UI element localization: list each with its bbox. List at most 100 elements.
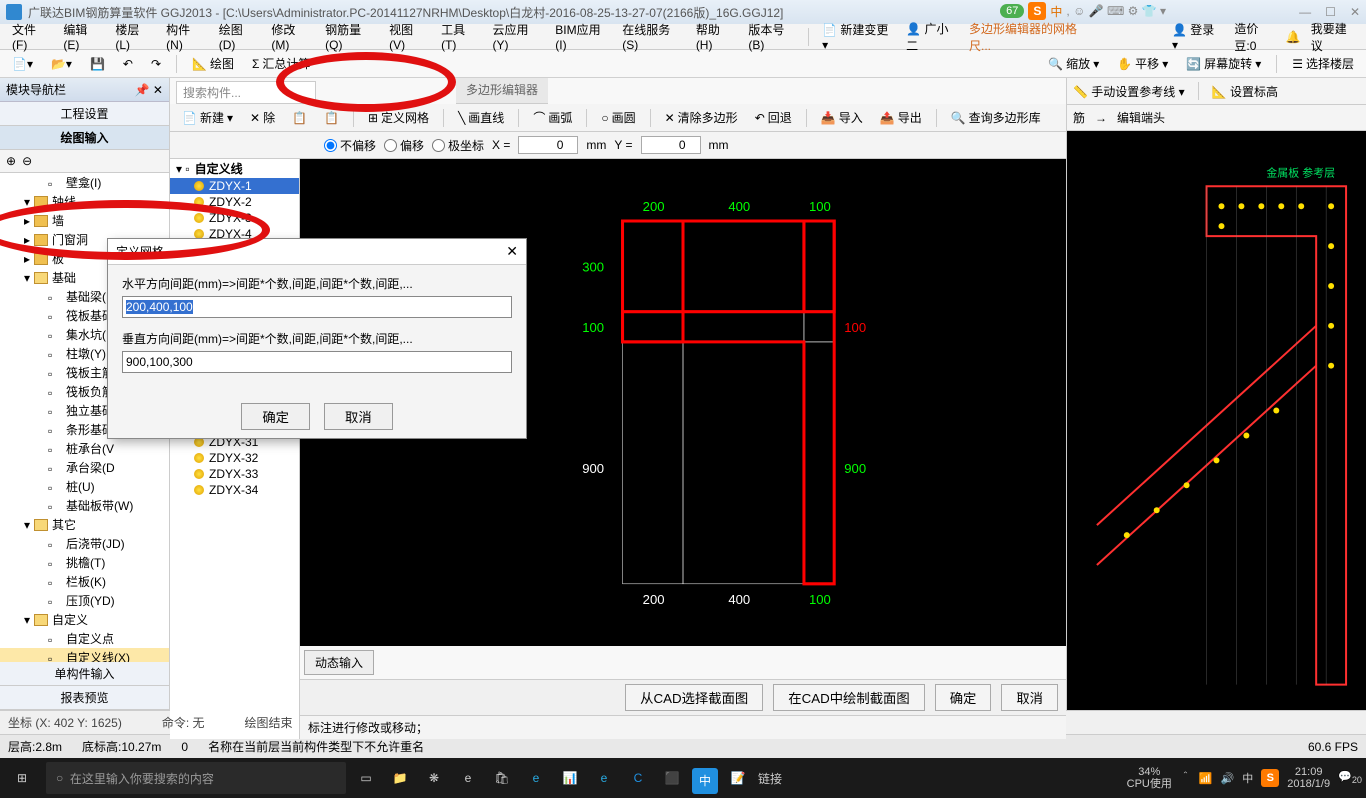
rotate-button[interactable]: 🔄 屏幕旋转 ▾ — [1180, 53, 1267, 74]
notification-count[interactable]: 67 — [1000, 4, 1024, 18]
x-input[interactable]: 0 — [518, 136, 578, 154]
file-explorer-icon[interactable]: 📁 — [386, 760, 414, 796]
undo-icon[interactable]: ↶ — [117, 55, 139, 73]
sogou-ime-icon[interactable]: S — [1028, 2, 1046, 20]
suggest-button[interactable]: 我要建议 — [1305, 17, 1360, 57]
open-file-icon[interactable]: 📂▾ — [45, 55, 78, 73]
cancel-button[interactable]: 取消 — [1001, 684, 1058, 711]
menu-file[interactable]: 文件(F) — [6, 18, 53, 55]
engineering-settings[interactable]: 工程设置 — [0, 102, 169, 126]
tray-volume-icon[interactable]: 🔊 — [1221, 772, 1235, 785]
login-button[interactable]: 👤 登录 ▾ — [1166, 18, 1224, 55]
select-floor-button[interactable]: ☰ 选择楼层 — [1286, 53, 1360, 74]
dialog-close-button[interactable]: ✕ — [506, 243, 518, 260]
edge2-icon[interactable]: e — [522, 760, 550, 796]
tree-item[interactable]: ▫桩(U) — [0, 477, 169, 496]
menu-floor[interactable]: 楼层(L) — [109, 18, 156, 55]
save-icon[interactable]: 💾 — [84, 55, 111, 73]
list-item[interactable]: ZDYX-34 — [170, 482, 299, 498]
polar-radio[interactable]: 极坐标 — [432, 137, 484, 154]
list-item[interactable]: ZDYX-1 — [170, 178, 299, 194]
dialog-ok-button[interactable]: 确定 — [241, 403, 310, 430]
ggj-icon[interactable]: 中 — [692, 768, 718, 794]
zoom-button[interactable]: 🔍 缩放 ▾ — [1042, 53, 1105, 74]
menu-version[interactable]: 版本号(B) — [742, 18, 801, 55]
edit-end-button[interactable]: 编辑端头 — [1117, 109, 1165, 126]
offset-radio[interactable]: 偏移 — [384, 137, 424, 154]
polygon-editor-tab[interactable]: 多边形编辑器 — [456, 78, 548, 104]
ie-icon[interactable]: e — [590, 760, 618, 796]
notepad-icon[interactable]: 📝 — [724, 760, 752, 796]
sum-button[interactable]: Σ 汇总计算 — [246, 53, 316, 74]
excel-icon[interactable]: 📊 — [556, 760, 584, 796]
draw-arc-button[interactable]: ⌒ 画弧 — [527, 107, 578, 128]
edit-rebar-button[interactable]: 筋 — [1073, 109, 1085, 126]
list-root[interactable]: ▾ ▫ 自定义线 — [170, 159, 299, 178]
list-item[interactable]: ZDYX-32 — [170, 450, 299, 466]
tree-item[interactable]: ▾其它 — [0, 515, 169, 534]
edge-icon[interactable]: e — [454, 760, 482, 796]
define-grid-button[interactable]: ⊞ 定义网格 — [362, 107, 435, 128]
start-button[interactable]: ⊞ — [4, 760, 40, 796]
guangxiaoer-button[interactable]: 👤 广小二 — [900, 17, 961, 57]
new-polygon-button[interactable]: 📄 新建 ▾ — [176, 107, 239, 128]
tray-up-icon[interactable]: ＾ — [1180, 770, 1191, 786]
menu-component[interactable]: 构件(N) — [160, 18, 209, 55]
import-button[interactable]: 📥 导入 — [815, 107, 869, 128]
menu-tool[interactable]: 工具(T) — [435, 18, 482, 55]
dialog-cancel-button[interactable]: 取消 — [324, 403, 393, 430]
set-reference-button[interactable]: 📏 手动设置参考线 ▾ — [1073, 83, 1185, 100]
tree-item[interactable]: ▾轴线 — [0, 192, 169, 211]
tree-item[interactable]: ▫承台梁(D — [0, 458, 169, 477]
report-preview[interactable]: 报表预览 — [0, 686, 169, 710]
menu-help[interactable]: 帮助(H) — [690, 18, 739, 55]
dynamic-input-button[interactable]: 动态输入 — [304, 650, 374, 675]
draw-button[interactable]: 📐 绘图 — [186, 53, 240, 74]
tree-item[interactable]: ▫挑檐(T) — [0, 553, 169, 572]
menu-view[interactable]: 视图(V) — [383, 18, 431, 55]
draw-line-button[interactable]: ╲ 画直线 — [452, 107, 510, 128]
set-elevation-button[interactable]: 📐 设置标高 — [1212, 83, 1278, 100]
menu-edit[interactable]: 编辑(E) — [57, 18, 105, 55]
app-icon-c[interactable]: C — [624, 760, 652, 796]
undo-polygon-button[interactable]: ↶ 回退 — [749, 107, 798, 128]
menu-online[interactable]: 在线服务(S) — [616, 18, 686, 55]
tray-network-icon[interactable]: 📶 — [1199, 772, 1213, 785]
confirm-button[interactable]: 确定 — [935, 684, 992, 711]
app-icon-2[interactable]: ⬛ — [658, 760, 686, 796]
vertical-spacing-input[interactable]: 900,100,300 — [122, 351, 512, 373]
expand-icon[interactable]: ⊕ — [6, 154, 16, 168]
tree-item[interactable]: ▸墙 — [0, 211, 169, 230]
clear-polygon-button[interactable]: ✕ 清除多边形 — [659, 107, 744, 128]
horizontal-spacing-input[interactable]: 200,400,100 — [122, 296, 512, 318]
y-input[interactable]: 0 — [641, 136, 701, 154]
tree-item[interactable]: ▫栏板(K) — [0, 572, 169, 591]
task-view-icon[interactable]: ▭ — [352, 760, 380, 796]
right-canvas[interactable]: 金属板 参考层 — [1067, 131, 1366, 710]
menu-modify[interactable]: 修改(M) — [265, 18, 315, 55]
delete-polygon-button[interactable]: ✕ 除 — [244, 107, 281, 128]
menu-draw[interactable]: 绘图(D) — [213, 18, 262, 55]
no-offset-radio[interactable]: 不偏移 — [324, 137, 376, 154]
component-search[interactable]: 搜索构件... — [176, 81, 316, 104]
tree-item[interactable]: ▫压顶(YD) — [0, 591, 169, 610]
list-item[interactable]: ZDYX-3 — [170, 210, 299, 226]
menu-bim[interactable]: BIM应用(I) — [549, 18, 612, 55]
tree-item[interactable]: ▫自定义线(X) — [0, 648, 169, 662]
tree-item[interactable]: ▾自定义 — [0, 610, 169, 629]
app-icon-1[interactable]: ❋ — [420, 760, 448, 796]
single-component-input[interactable]: 单构件输入 — [0, 662, 169, 686]
notification-icon[interactable]: 💬20 — [1338, 770, 1362, 785]
cortana-search[interactable]: ○ 在这里输入你要搜索的内容 — [46, 762, 346, 794]
list-item[interactable]: ZDYX-33 — [170, 466, 299, 482]
tree-item[interactable]: ▫基础板带(W) — [0, 496, 169, 515]
menu-rebar[interactable]: 钢筋量(Q) — [319, 18, 379, 55]
tree-item[interactable]: ▫壁龛(I) — [0, 173, 169, 192]
draw-in-cad-button[interactable]: 在CAD中绘制截面图 — [773, 684, 924, 711]
tree-item[interactable]: ▫后浇带(JD) — [0, 534, 169, 553]
paste-icon[interactable]: 📋 — [318, 109, 345, 127]
menu-cloud[interactable]: 云应用(Y) — [486, 18, 545, 55]
query-polygon-button[interactable]: 🔍 查询多边形库 — [945, 107, 1047, 128]
select-from-cad-button[interactable]: 从CAD选择截面图 — [625, 684, 763, 711]
store-icon[interactable]: 🛍 — [488, 760, 516, 796]
